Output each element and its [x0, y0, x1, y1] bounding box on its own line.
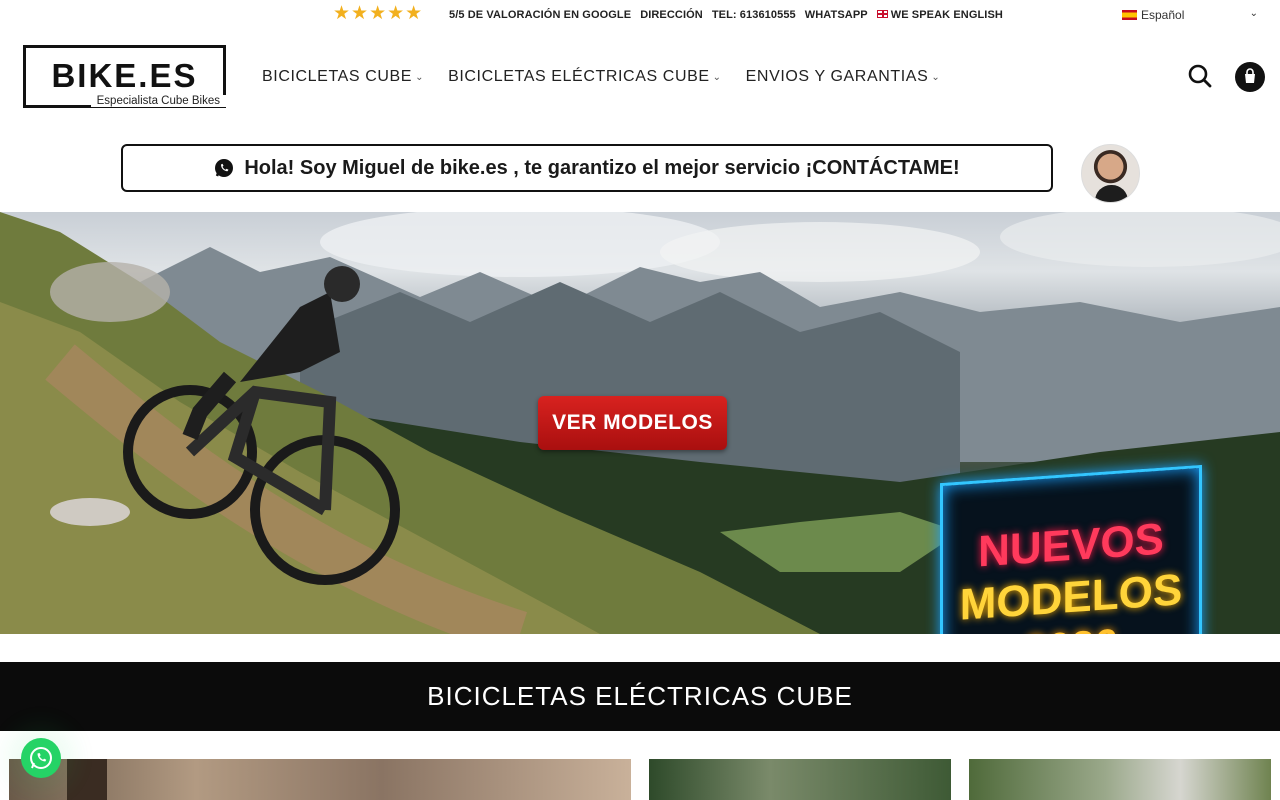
nav-bicicletas-electricas[interactable]: BICICLETAS ELÉCTRICAS CUBE ⌄: [448, 68, 722, 86]
nav-label: BICICLETAS CUBE: [262, 68, 413, 85]
avatar[interactable]: [1081, 144, 1140, 203]
top-links: 5/5 DE VALORACIÓN EN GOOGLE DIRECCIÓN TE…: [449, 9, 1003, 21]
language-label: Español: [1141, 8, 1185, 22]
english-link-label: WE SPEAK ENGLISH: [890, 9, 1003, 21]
nav-bicicletas-cube[interactable]: BICICLETAS CUBE ⌄: [262, 68, 424, 86]
cart-icon: [1245, 68, 1255, 83]
rating-stars: ★★★★★: [333, 3, 424, 24]
section-title: BICICLETAS ELÉCTRICAS CUBE: [427, 681, 853, 711]
new-models-neon-sign: NUEVOS MODELOS 2026: [940, 464, 1202, 634]
nav-envios-garantias[interactable]: ENVIOS Y GARANTIAS ⌄: [746, 68, 941, 86]
site-logo[interactable]: BIKE.ES Especialista Cube Bikes: [23, 45, 226, 108]
chevron-down-icon: ⌄: [1249, 8, 1258, 19]
nav-label: BICICLETAS ELÉCTRICAS CUBE: [448, 68, 710, 85]
phone-link[interactable]: TEL: 613610555: [712, 9, 796, 21]
uk-flag-icon: [876, 10, 888, 18]
contact-text: Hola! Soy Miguel de bike.es , te garanti…: [244, 156, 960, 179]
cart-button[interactable]: [1235, 62, 1265, 92]
contact-banner[interactable]: Hola! Soy Miguel de bike.es , te garanti…: [121, 144, 1053, 192]
main-nav: BICICLETAS CUBE ⌄ BICICLETAS ELÉCTRICAS C…: [262, 68, 940, 86]
category-card[interactable]: [969, 759, 1271, 800]
category-card[interactable]: [649, 759, 951, 800]
nav-label: ENVIOS Y GARANTIAS: [745, 68, 929, 85]
ver-modelos-button[interactable]: VER MODELOS: [538, 396, 727, 450]
search-button[interactable]: [1187, 63, 1213, 89]
google-rating-link[interactable]: 5/5 DE VALORACIÓN EN GOOGLE: [449, 9, 631, 21]
section-header: BICICLETAS ELÉCTRICAS CUBE: [0, 662, 1280, 731]
whatsapp-link[interactable]: WHATSAPP: [805, 9, 868, 21]
top-bar: ★★★★★ 5/5 DE VALORACIÓN EN GOOGLE DIRECC…: [0, 0, 1280, 30]
logo-subtitle: Especialista Cube Bikes: [90, 95, 226, 107]
whatsapp-icon: [215, 159, 234, 177]
chevron-down-icon: ⌄: [712, 71, 722, 83]
hero-banner[interactable]: NUEVOS MODELOS 2026 VER MODELOS: [0, 212, 1280, 634]
spain-flag-icon: [1122, 10, 1137, 20]
category-card[interactable]: [9, 759, 631, 800]
logo-title: BIKE.ES: [51, 57, 198, 94]
direction-link[interactable]: DIRECCIÓN: [640, 9, 703, 21]
chevron-down-icon: ⌄: [931, 71, 941, 83]
whatsapp-floating-button[interactable]: [21, 738, 61, 778]
search-icon: [1188, 64, 1212, 88]
chevron-down-icon: ⌄: [415, 71, 425, 83]
whatsapp-icon: [30, 747, 52, 769]
language-selector[interactable]: Español ⌄: [1122, 6, 1262, 24]
english-link[interactable]: WE SPEAK ENGLISH: [876, 9, 1003, 21]
